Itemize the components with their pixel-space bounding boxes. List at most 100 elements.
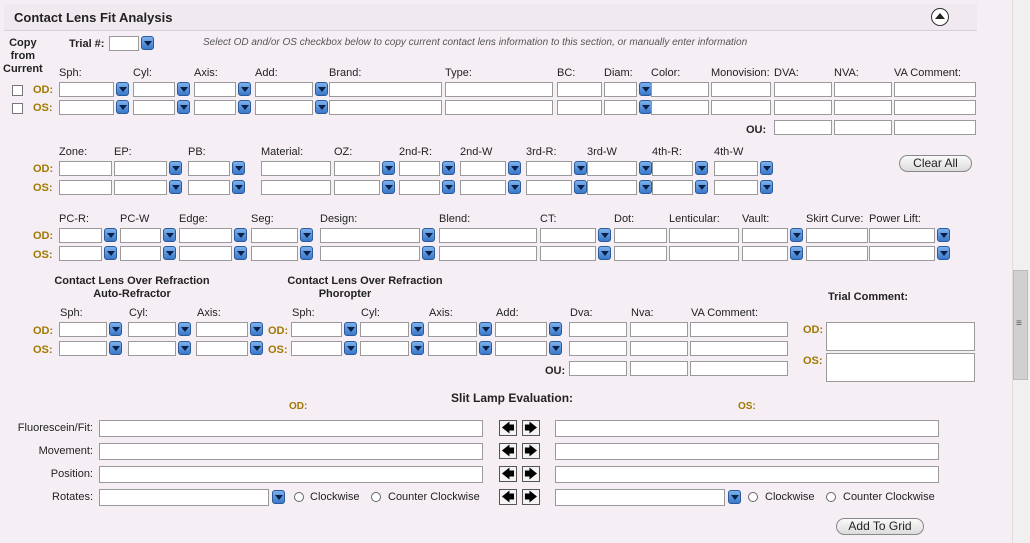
od-2nd-w-dropdown-icon[interactable] — [508, 161, 521, 175]
os-4th-w-input[interactable] — [714, 180, 758, 195]
od-power-lift-dropdown-icon[interactable] — [937, 228, 950, 242]
os-design-input[interactable] — [320, 246, 420, 261]
os-dva-input[interactable] — [774, 100, 832, 115]
os-edge-input[interactable] — [179, 246, 232, 261]
os-pc-r-dropdown-icon[interactable] — [104, 246, 117, 260]
auto-os-sph-input[interactable] — [59, 341, 107, 356]
add-to-grid-button[interactable]: Add To Grid — [836, 518, 924, 535]
slit-od-clockwise-radio[interactable] — [294, 492, 304, 502]
od-cyl-dropdown-icon[interactable] — [177, 82, 190, 96]
phor-od-va-comment-input[interactable] — [690, 322, 788, 337]
trial-comment-od-textarea[interactable] — [826, 322, 975, 351]
slit-od-fluorescein-fit-input[interactable] — [99, 420, 483, 437]
od-3rd-r-input[interactable] — [526, 161, 572, 176]
od-2nd-r-input[interactable] — [399, 161, 440, 176]
arrow-right-icon[interactable]: 🡆 — [522, 466, 540, 482]
ou-field-input-1[interactable] — [834, 120, 892, 135]
auto-od-cyl-input[interactable] — [128, 322, 176, 337]
od-edge-dropdown-icon[interactable] — [234, 228, 247, 242]
copy-os-checkbox[interactable] — [12, 103, 23, 114]
od-pc-w-dropdown-icon[interactable] — [163, 228, 176, 242]
phor-od-cyl-dropdown-icon[interactable] — [411, 322, 424, 336]
phor-od-sph-input[interactable] — [291, 322, 342, 337]
od-pb-input[interactable] — [188, 161, 230, 176]
arrow-left-icon[interactable]: 🡄 — [499, 466, 517, 482]
slit-od-rotates-dropdown-icon[interactable] — [272, 490, 285, 504]
phor-os-axis-dropdown-icon[interactable] — [479, 341, 492, 355]
phor-od-axis-dropdown-icon[interactable] — [479, 322, 492, 336]
od-power-lift-input[interactable] — [869, 228, 935, 243]
auto-od-axis-dropdown-icon[interactable] — [250, 322, 263, 336]
auto-os-axis-dropdown-icon[interactable] — [250, 341, 263, 355]
od-pb-dropdown-icon[interactable] — [232, 161, 245, 175]
phor-od-add-dropdown-icon[interactable] — [549, 322, 562, 336]
os-zone-input[interactable] — [59, 180, 112, 195]
phor-od-cyl-input[interactable] — [360, 322, 409, 337]
phor-os-sph-input[interactable] — [291, 341, 342, 356]
os-2nd-r-dropdown-icon[interactable] — [442, 180, 455, 194]
auto-os-axis-input[interactable] — [196, 341, 248, 356]
os-material-input[interactable] — [261, 180, 331, 195]
od-4th-r-dropdown-icon[interactable] — [695, 161, 708, 175]
od-vault-dropdown-icon[interactable] — [790, 228, 803, 242]
os-bc-input[interactable] — [557, 100, 602, 115]
os-monovision-input[interactable] — [711, 100, 771, 115]
od-pc-r-input[interactable] — [59, 228, 102, 243]
trial-comment-os-textarea[interactable] — [826, 353, 975, 382]
phor-os-cyl-dropdown-icon[interactable] — [411, 341, 424, 355]
os-seg-dropdown-icon[interactable] — [300, 246, 313, 260]
od-ep-input[interactable] — [114, 161, 167, 176]
os-diam-input[interactable] — [604, 100, 637, 115]
slit-os-position-input[interactable] — [555, 466, 939, 483]
phor-ou-input-0[interactable] — [569, 361, 627, 376]
auto-os-cyl-input[interactable] — [128, 341, 176, 356]
od-type-input[interactable] — [445, 82, 553, 97]
os-va-comment-input[interactable] — [894, 100, 976, 115]
od-ct-dropdown-icon[interactable] — [598, 228, 611, 242]
od-nva-input[interactable] — [834, 82, 892, 97]
auto-od-sph-input[interactable] — [59, 322, 107, 337]
od-dva-input[interactable] — [774, 82, 832, 97]
od-4th-r-input[interactable] — [652, 161, 693, 176]
os-ep-input[interactable] — [114, 180, 167, 195]
phor-os-sph-dropdown-icon[interactable] — [344, 341, 357, 355]
od-axis-input[interactable] — [194, 82, 236, 97]
od-add-dropdown-icon[interactable] — [315, 82, 328, 96]
os-dot-input[interactable] — [614, 246, 667, 261]
phor-od-sph-dropdown-icon[interactable] — [344, 322, 357, 336]
os-3rd-r-dropdown-icon[interactable] — [574, 180, 587, 194]
os-3rd-w-input[interactable] — [587, 180, 637, 195]
os-sph-input[interactable] — [59, 100, 114, 115]
os-vault-dropdown-icon[interactable] — [790, 246, 803, 260]
os-ct-dropdown-icon[interactable] — [598, 246, 611, 260]
od-va-comment-input[interactable] — [894, 82, 976, 97]
os-color-input[interactable] — [651, 100, 709, 115]
slit-os-clockwise-radio[interactable] — [748, 492, 758, 502]
os-sph-dropdown-icon[interactable] — [116, 100, 129, 114]
os-axis-dropdown-icon[interactable] — [238, 100, 251, 114]
od-blend-input[interactable] — [439, 228, 537, 243]
od-lenticular-input[interactable] — [669, 228, 739, 243]
od-zone-input[interactable] — [59, 161, 112, 176]
os-2nd-w-input[interactable] — [460, 180, 506, 195]
os-type-input[interactable] — [445, 100, 553, 115]
copy-od-checkbox[interactable] — [12, 85, 23, 96]
od-pc-r-dropdown-icon[interactable] — [104, 228, 117, 242]
slit-os-rotates-select[interactable] — [555, 489, 725, 506]
od-material-input[interactable] — [261, 161, 331, 176]
od-3rd-w-input[interactable] — [587, 161, 637, 176]
od-4th-w-input[interactable] — [714, 161, 758, 176]
od-oz-input[interactable] — [334, 161, 380, 176]
slit-od-counter-clockwise-radio[interactable] — [371, 492, 381, 502]
ou-field-input-2[interactable] — [894, 120, 976, 135]
os-pc-w-input[interactable] — [120, 246, 161, 261]
os-4th-r-dropdown-icon[interactable] — [695, 180, 708, 194]
od-bc-input[interactable] — [557, 82, 602, 97]
auto-od-cyl-dropdown-icon[interactable] — [178, 322, 191, 336]
os-3rd-r-input[interactable] — [526, 180, 572, 195]
od-monovision-input[interactable] — [711, 82, 771, 97]
od-ep-dropdown-icon[interactable] — [169, 161, 182, 175]
od-design-dropdown-icon[interactable] — [422, 228, 435, 242]
auto-os-sph-dropdown-icon[interactable] — [109, 341, 122, 355]
od-2nd-w-input[interactable] — [460, 161, 506, 176]
